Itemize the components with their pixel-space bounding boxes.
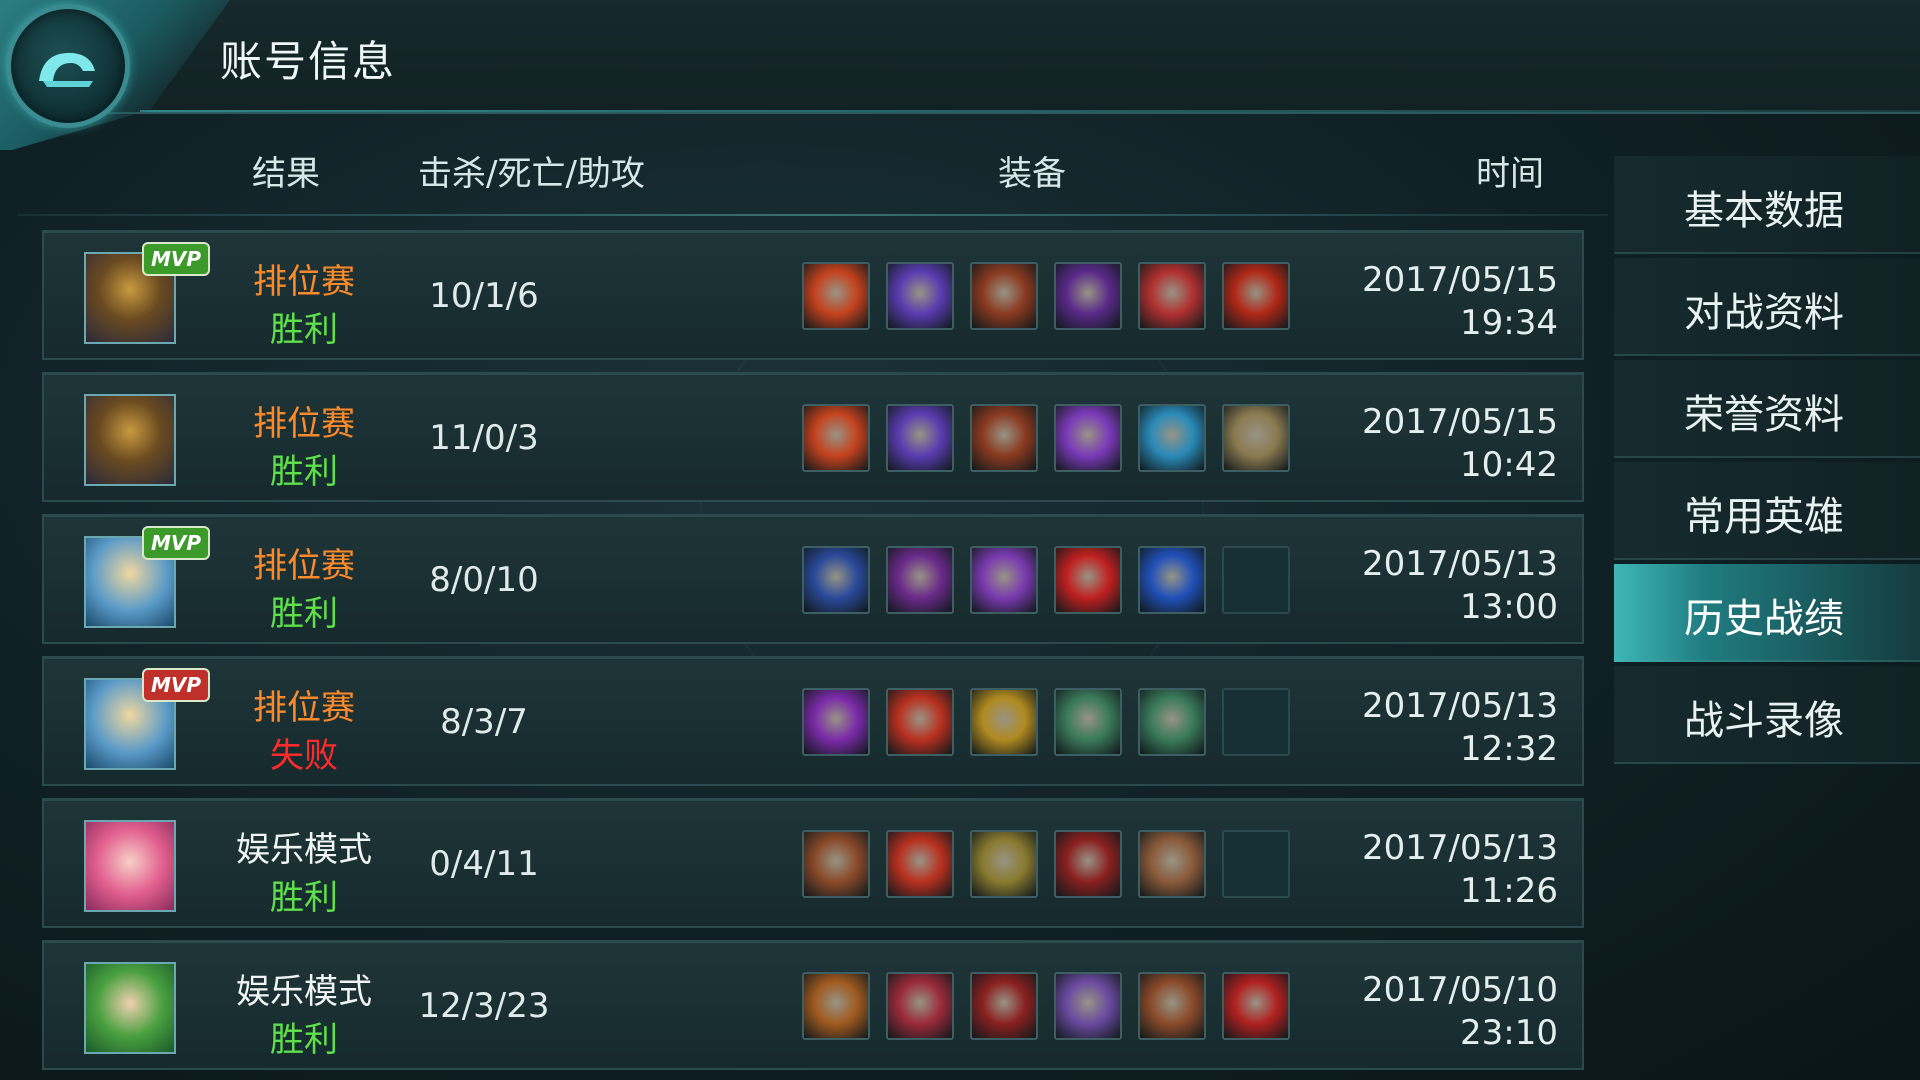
trident-icon[interactable] (970, 830, 1038, 898)
column-header-divider (18, 214, 1608, 216)
ornate-sword-icon[interactable] (802, 830, 870, 898)
back-arrow-icon (39, 52, 95, 87)
spiked-shield-icon[interactable] (970, 404, 1038, 472)
match-row[interactable]: 娱乐模式胜利 0/4/11 2017/05/13 11:26 (42, 798, 1584, 928)
match-time: 11:26 (1460, 871, 1558, 911)
match-row[interactable]: MVP 排位赛 失败 8/3/7 2017/05/13 12:32 (42, 656, 1584, 786)
spiked-shield-icon[interactable] (970, 262, 1038, 330)
dark-spear-icon[interactable] (1054, 262, 1122, 330)
match-kda: 12/3/23 (418, 986, 550, 1026)
hero-pink-hair-portrait (84, 820, 176, 912)
sidebar-item-label: 基本数据 (1684, 188, 1844, 234)
match-time: 10:42 (1460, 445, 1558, 485)
match-result: 胜利 (270, 310, 338, 350)
match-time: 12:32 (1460, 729, 1558, 769)
golden-chalice-icon[interactable] (970, 688, 1038, 756)
sidebar-item-honor-data[interactable]: 荣誉资料 (1614, 360, 1920, 458)
dark-gauntlet-icon[interactable] (970, 972, 1038, 1040)
flame-armor-icon[interactable] (802, 262, 870, 330)
header-divider (140, 110, 1920, 112)
purple-boots-icon[interactable] (886, 262, 954, 330)
blue-gem-icon[interactable] (1138, 404, 1206, 472)
red-ruby-icon[interactable] (1054, 546, 1122, 614)
match-mode: 排位赛 (253, 546, 355, 586)
golden-crown-icon[interactable] (802, 972, 870, 1040)
match-kda: 11/0/3 (429, 418, 539, 458)
match-date: 2017/05/13 (1362, 828, 1558, 868)
red-orb-icon[interactable] (1222, 262, 1290, 330)
match-date: 2017/05/10 (1362, 970, 1558, 1010)
sidebar-item-label: 对战资料 (1684, 290, 1844, 336)
blue-scepter-icon[interactable] (802, 546, 870, 614)
sidebar-item-label: 历史战绩 (1684, 596, 1844, 642)
match-row[interactable]: MVP 排位赛 胜利 8/0/10 2017/05/13 13:00 (42, 514, 1584, 644)
match-kda: 8/0/10 (429, 560, 539, 600)
red-crest-shield-icon[interactable] (1138, 262, 1206, 330)
sidebar-item-basic-data[interactable]: 基本数据 (1614, 156, 1920, 254)
match-date: 2017/05/13 (1362, 544, 1558, 584)
purple-wand-icon[interactable] (970, 546, 1038, 614)
match-row[interactable]: 排位赛胜利 11/0/3 2017/05/15 10:42 (42, 372, 1584, 502)
match-time: 19:34 (1460, 303, 1558, 343)
column-header-time: 时间 (1476, 154, 1544, 194)
blue-flame-gem-icon[interactable] (1138, 546, 1206, 614)
column-header-result: 结果 (252, 154, 320, 194)
sidebar-item-battle-replay[interactable]: 战斗录像 (1614, 666, 1920, 764)
match-mode: 排位赛 (253, 404, 355, 444)
page-title: 账号信息 (220, 37, 397, 86)
match-date: 2017/05/13 (1362, 686, 1558, 726)
match-result: 胜利 (270, 594, 338, 634)
empty-slot (1222, 688, 1290, 756)
match-kda: 10/1/6 (429, 276, 539, 316)
sidebar-item-label: 常用英雄 (1684, 494, 1844, 540)
match-result: 胜利 (270, 1020, 338, 1060)
red-boots-icon[interactable] (886, 830, 954, 898)
match-result: 胜利 (270, 878, 338, 918)
crimson-boots-icon[interactable] (886, 972, 954, 1040)
column-header-equipment: 装备 (998, 154, 1066, 194)
match-row[interactable]: MVP 排位赛 胜利 10/1/6 2017/05/15 19:34 (42, 230, 1584, 360)
empty-slot (1222, 830, 1290, 898)
back-button[interactable] (6, 4, 130, 128)
flame-armor-icon[interactable] (802, 404, 870, 472)
sidebar-item-label: 荣誉资料 (1684, 392, 1844, 438)
match-date: 2017/05/15 (1362, 402, 1558, 442)
match-mode: 排位赛 (253, 688, 355, 728)
match-mode: 娱乐模式 (236, 830, 372, 870)
sidebar-item-battle-data[interactable]: 对战资料 (1614, 258, 1920, 356)
hero-green-hair-portrait (84, 962, 176, 1054)
sidebar-item-match-history[interactable]: 历史战绩 (1614, 564, 1920, 662)
red-boots-icon[interactable] (886, 688, 954, 756)
green-book-icon[interactable] (1138, 688, 1206, 756)
sidebar-nav: 基本数据对战资料荣誉资料常用英雄历史战绩战斗录像 (1614, 156, 1920, 1080)
crystal-cluster-icon[interactable] (1054, 404, 1122, 472)
round-shield-icon[interactable] (1222, 404, 1290, 472)
ruby-amulet-icon[interactable] (1222, 972, 1290, 1040)
match-row[interactable]: 娱乐模式胜利 12/3/23 2017/05/10 23:10 (42, 940, 1584, 1070)
crossed-blades-icon[interactable] (1138, 830, 1206, 898)
match-date: 2017/05/15 (1362, 260, 1558, 300)
column-header-kda: 击杀/死亡/助攻 (418, 154, 645, 194)
match-kda: 8/3/7 (440, 702, 528, 742)
match-history-list[interactable]: MVP 排位赛 胜利 10/1/6 2017/05/15 19:34 排位赛 胜利 11/0/3… (42, 230, 1584, 1080)
sidebar-item-label: 战斗录像 (1684, 698, 1844, 744)
crescent-staff-icon[interactable] (886, 546, 954, 614)
match-result: 失败 (270, 736, 338, 776)
match-mode: 排位赛 (253, 262, 355, 302)
magic-tome-icon[interactable] (802, 688, 870, 756)
empty-slot (1222, 546, 1290, 614)
hero-armored-warrior-portrait (84, 394, 176, 486)
match-mode: 娱乐模式 (236, 972, 372, 1012)
dark-gauntlet-icon[interactable] (1054, 830, 1122, 898)
sidebar-item-frequent-heroes[interactable]: 常用英雄 (1614, 462, 1920, 560)
match-time: 13:00 (1460, 587, 1558, 627)
war-hammer-icon[interactable] (1054, 972, 1122, 1040)
green-book-icon[interactable] (1054, 688, 1122, 756)
match-result: 胜利 (270, 452, 338, 492)
match-time: 23:10 (1460, 1013, 1558, 1053)
purple-boots-icon[interactable] (886, 404, 954, 472)
match-kda: 0/4/11 (429, 844, 539, 884)
ornate-sword-icon[interactable] (1138, 972, 1206, 1040)
